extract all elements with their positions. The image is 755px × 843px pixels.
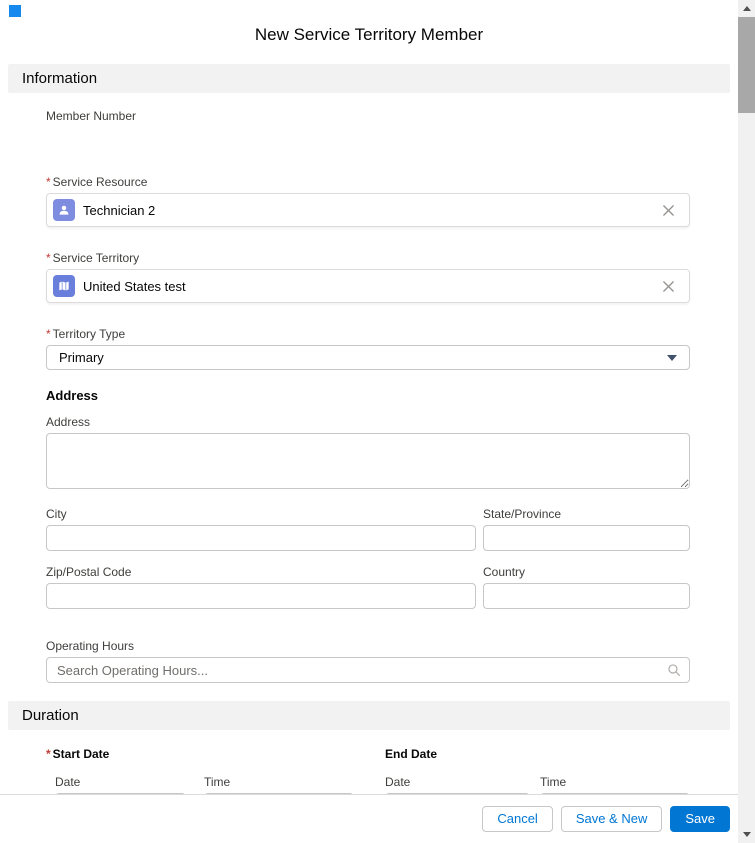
territory-type-selected-value: Primary <box>59 350 104 365</box>
city-state-row: City State/Province <box>46 507 690 551</box>
member-number-field: Member Number <box>46 109 690 139</box>
territory-type-label: Territory Type <box>52 327 126 341</box>
state-field: State/Province <box>483 507 690 551</box>
service-territory-field: * Service Territory United States test <box>46 251 690 303</box>
scroll-down-button[interactable] <box>738 826 755 843</box>
information-form: Member Number * Service Resource Technici… <box>0 93 738 683</box>
country-input[interactable] <box>483 583 690 609</box>
service-territory-lookup[interactable]: United States test <box>46 269 690 303</box>
address-section-heading: Address <box>46 388 99 403</box>
clear-service-resource-icon[interactable] <box>660 202 677 219</box>
zip-country-row: Zip/Postal Code Country <box>46 565 690 609</box>
city-input[interactable] <box>46 525 476 551</box>
address-label: Address <box>46 415 91 429</box>
territory-type-field: * Territory Type Primary <box>46 327 690 370</box>
dialog-body: Information Member Number * Service Resou… <box>0 64 738 794</box>
page-title: New Service Territory Member <box>254 25 484 44</box>
required-indicator: * <box>46 327 51 341</box>
end-date-field: Date <box>385 775 530 794</box>
zip-field: Zip/Postal Code <box>46 565 476 609</box>
scroll-up-button[interactable] <box>738 0 755 17</box>
zip-input[interactable] <box>46 583 476 609</box>
cancel-button[interactable]: Cancel <box>482 806 553 832</box>
member-number-label: Member Number <box>46 109 137 123</box>
start-date-field: Date <box>55 775 186 794</box>
clear-service-territory-icon[interactable] <box>660 278 677 295</box>
search-icon <box>667 663 681 682</box>
scrollbar-track[interactable] <box>738 0 755 843</box>
save-and-new-button[interactable]: Save & New <box>560 806 663 832</box>
section-header-duration: Duration <box>8 701 730 730</box>
section-header-information: Information <box>8 64 730 93</box>
state-label: State/Province <box>483 507 562 521</box>
service-resource-lookup[interactable]: Technician 2 <box>46 193 690 227</box>
service-resource-field: * Service Resource Technician 2 <box>46 175 690 227</box>
arrow-up-icon <box>742 6 751 11</box>
required-indicator: * <box>46 175 51 189</box>
member-number-value <box>46 127 690 139</box>
city-field: City <box>46 507 476 551</box>
start-time-label: Time <box>204 775 231 789</box>
state-input[interactable] <box>483 525 690 551</box>
country-label: Country <box>483 565 526 579</box>
service-resource-selected-value: Technician 2 <box>83 202 156 218</box>
end-time-field: Time <box>540 775 690 794</box>
address-field: Address <box>46 415 690 489</box>
service-territory-icon <box>53 275 75 297</box>
operating-hours-search-input[interactable] <box>46 657 690 683</box>
top-left-accent-marker <box>9 5 21 17</box>
service-resource-label: Service Resource <box>52 175 148 189</box>
country-field: Country <box>483 565 690 609</box>
service-territory-selected-value: United States test <box>83 278 186 294</box>
end-time-label: Time <box>540 775 567 789</box>
operating-hours-field: Operating Hours <box>46 639 690 683</box>
new-service-territory-member-dialog: New Service Territory Member Information… <box>0 0 738 843</box>
start-date-group-label: Start Date <box>52 747 110 761</box>
start-date-group: * Start Date Date Time <box>46 747 385 794</box>
start-date-date-label: Date <box>55 775 81 789</box>
zip-label: Zip/Postal Code <box>46 565 132 579</box>
operating-hours-label: Operating Hours <box>46 639 135 653</box>
save-button[interactable]: Save <box>670 806 730 832</box>
end-date-group-label: End Date <box>385 747 438 761</box>
service-territory-label: Service Territory <box>52 251 140 265</box>
start-time-field: Time <box>204 775 354 794</box>
chevron-down-icon <box>667 354 677 361</box>
required-indicator: * <box>46 747 51 761</box>
end-date-date-label: Date <box>385 775 411 789</box>
territory-type-select[interactable]: Primary <box>46 345 690 370</box>
dialog-footer: Cancel Save & New Save <box>0 794 738 843</box>
service-resource-icon <box>53 199 75 221</box>
arrow-down-icon <box>742 832 751 837</box>
duration-form: * Start Date Date Time End Date Date Tim… <box>0 730 738 794</box>
address-textarea[interactable] <box>46 433 690 489</box>
scrollbar-thumb[interactable] <box>738 17 755 113</box>
required-indicator: * <box>46 251 51 265</box>
end-date-group: End Date Date Time <box>385 747 690 794</box>
city-label: City <box>46 507 67 521</box>
